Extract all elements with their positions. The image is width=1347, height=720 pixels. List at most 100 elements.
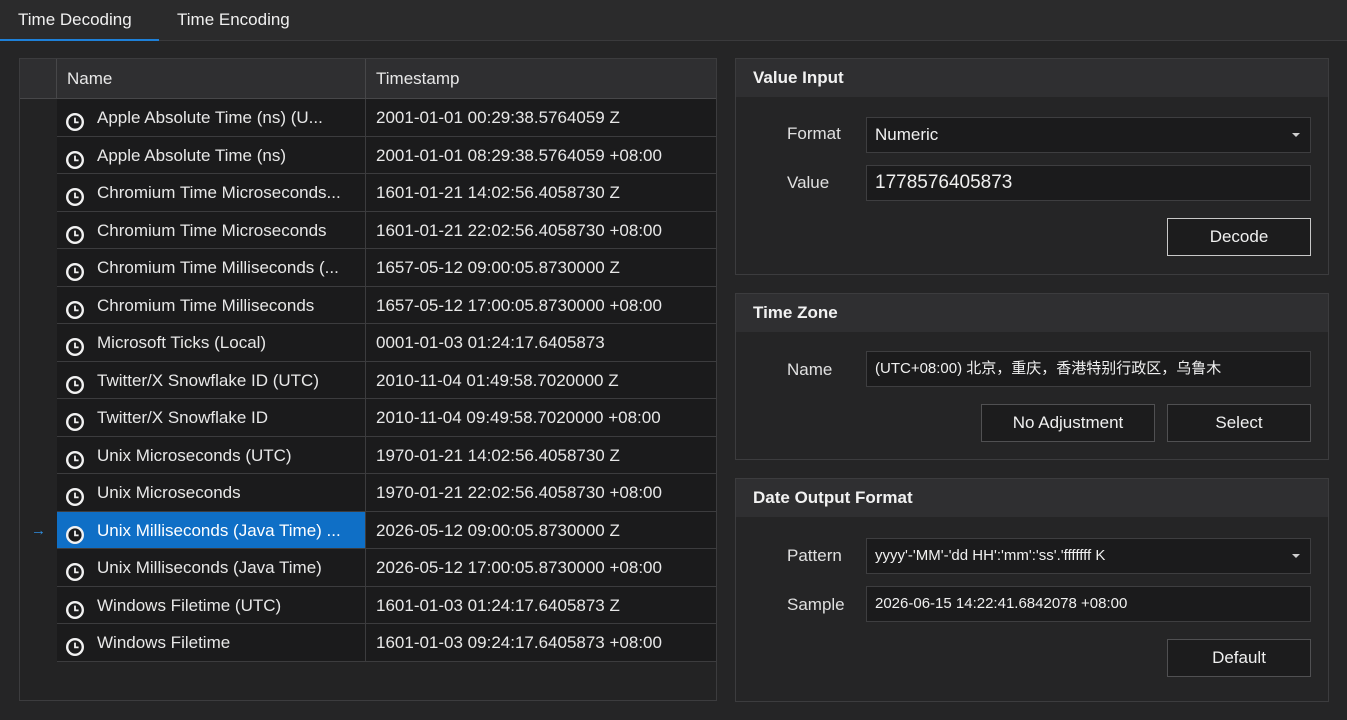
sample-label: Sample — [787, 595, 845, 614]
select-button[interactable]: Select — [1167, 404, 1311, 442]
format-select-value: Numeric — [875, 125, 939, 144]
column-header-timestamp[interactable]: Timestamp — [366, 59, 716, 99]
cell-name-text: Unix Milliseconds (Java Time) — [97, 558, 322, 577]
cell-name-text: Chromium Time Microseconds — [97, 220, 327, 240]
cell-timestamp[interactable]: 2001-01-01 00:29:38.5764059 Z — [366, 99, 716, 137]
cell-timestamp[interactable]: 1970-01-21 22:02:56.4058730 +08:00 — [366, 474, 716, 512]
row-indicator — [20, 137, 57, 175]
table-row[interactable]: Chromium Time Microseconds... 1601-01-21 … — [20, 174, 716, 212]
column-header-name[interactable]: Name — [57, 59, 366, 99]
clock-icon — [65, 408, 85, 431]
time-zone-panel: Time Zone Name (UTC+08:00) 北京，重庆，香港特别行政区… — [735, 293, 1329, 460]
cell-timestamp[interactable]: 2001-01-01 08:29:38.5764059 +08:00 — [366, 136, 716, 174]
cell-name[interactable]: Windows Filetime — [57, 624, 366, 662]
row-indicator — [20, 474, 57, 512]
cell-name[interactable]: Chromium Time Microseconds... — [57, 174, 366, 212]
cell-name[interactable]: Chromium Time Milliseconds — [57, 286, 366, 324]
format-label: Format — [787, 124, 841, 143]
table-row[interactable]: Twitter/X Snowflake ID 2010-11-04 09:49:5… — [20, 399, 716, 437]
cell-timestamp[interactable]: 1657-05-12 17:00:05.8730000 +08:00 — [366, 286, 716, 324]
grid-header: Name Timestamp — [20, 59, 716, 99]
clock-icon — [65, 258, 85, 281]
row-indicator — [20, 287, 57, 325]
cell-name[interactable]: Unix Milliseconds (Java Time) ... — [57, 511, 366, 549]
table-row[interactable]: → Unix Milliseconds (Java Time) ... 2026-0… — [20, 511, 716, 549]
cell-name[interactable]: Windows Filetime (UTC) — [57, 586, 366, 624]
value-input-title: Value Input — [736, 59, 1328, 97]
cell-name[interactable]: Unix Microseconds (UTC) — [57, 436, 366, 474]
time-zone-title: Time Zone — [736, 294, 1328, 332]
row-indicator — [20, 587, 57, 625]
cell-name-text: Microsoft Ticks (Local) — [97, 333, 267, 352]
cell-timestamp[interactable]: 2010-11-04 09:49:58.7020000 +08:00 — [366, 399, 716, 437]
no-adjustment-button[interactable]: No Adjustment — [981, 404, 1155, 442]
cell-name[interactable]: Twitter/X Snowflake ID (UTC) — [57, 361, 366, 399]
cell-name-text: Chromium Time Milliseconds — [97, 295, 315, 315]
cell-timestamp[interactable]: 0001-01-03 01:24:17.6405873 — [366, 324, 716, 362]
table-row[interactable]: Chromium Time Milliseconds (... 1657-05-1… — [20, 249, 716, 287]
cell-timestamp[interactable]: 1601-01-03 09:24:17.6405873 +08:00 — [366, 624, 716, 662]
current-row-arrow-icon: → — [31, 521, 46, 539]
tab-time-decoding[interactable]: Time Decoding — [0, 0, 159, 41]
row-indicator — [20, 212, 57, 250]
chevron-down-icon — [1292, 133, 1300, 137]
table-row[interactable]: Twitter/X Snowflake ID (UTC) 2010-11-04 0… — [20, 361, 716, 399]
sample-field: 2026-06-15 14:22:41.6842078 +08:00 — [866, 586, 1311, 622]
value-input[interactable]: 1778576405873 — [866, 165, 1311, 201]
cell-name[interactable]: Apple Absolute Time (ns) (U... — [57, 99, 366, 137]
cell-name-text: Apple Absolute Time (ns) (U... — [97, 108, 323, 127]
row-indicator — [20, 249, 57, 287]
tab-time-encoding[interactable]: Time Encoding — [159, 0, 308, 41]
cell-timestamp[interactable]: 2026-05-12 17:00:05.8730000 +08:00 — [366, 549, 716, 587]
clock-icon — [65, 221, 85, 244]
cell-name-text: Unix Milliseconds (Java Time) ... — [97, 520, 341, 540]
cell-name[interactable]: Apple Absolute Time (ns) — [57, 136, 366, 174]
pattern-select-value: yyyy'-'MM'-'dd HH':'mm':'ss'.'fffffff K — [875, 547, 1106, 564]
pattern-label: Pattern — [787, 546, 842, 565]
table-row[interactable]: Apple Absolute Time (ns) 2001-01-01 08:29… — [20, 136, 716, 175]
row-indicator — [20, 437, 57, 475]
row-indicator — [20, 174, 57, 212]
format-select[interactable]: Numeric — [866, 117, 1311, 153]
cell-name[interactable]: Chromium Time Microseconds — [57, 211, 366, 249]
cell-timestamp[interactable]: 2010-11-04 01:49:58.7020000 Z — [366, 361, 716, 399]
default-button[interactable]: Default — [1167, 639, 1311, 677]
time-zone-name-field[interactable]: (UTC+08:00) 北京，重庆，香港特别行政区，乌鲁木 — [866, 351, 1311, 387]
table-row[interactable]: Windows Filetime (UTC) 1601-01-03 01:24:1… — [20, 586, 716, 625]
cell-timestamp[interactable]: 2026-05-12 09:00:05.8730000 Z — [366, 511, 716, 549]
row-indicator — [20, 324, 57, 362]
clock-icon — [65, 446, 85, 469]
clock-icon — [65, 146, 85, 169]
cell-name[interactable]: Unix Milliseconds (Java Time) — [57, 549, 366, 587]
table-row[interactable]: Microsoft Ticks (Local) 0001-01-03 01:24:… — [20, 324, 716, 362]
decode-button[interactable]: Decode — [1167, 218, 1311, 256]
cell-timestamp[interactable]: 1970-01-21 14:02:56.4058730 Z — [366, 436, 716, 474]
cell-name-text: Unix Microseconds (UTC) — [97, 445, 292, 465]
row-indicator — [20, 549, 57, 587]
cell-timestamp[interactable]: 1601-01-21 14:02:56.4058730 Z — [366, 174, 716, 212]
row-indicator — [20, 399, 57, 437]
table-row[interactable]: Apple Absolute Time (ns) (U... 2001-01-01… — [20, 99, 716, 137]
table-row[interactable]: Chromium Time Milliseconds 1657-05-12 17:… — [20, 286, 716, 325]
cell-timestamp[interactable]: 1601-01-03 01:24:17.6405873 Z — [366, 586, 716, 624]
table-row[interactable]: Windows Filetime 1601-01-03 09:24:17.6405… — [20, 624, 716, 662]
table-row[interactable]: Chromium Time Microseconds 1601-01-21 22:… — [20, 211, 716, 250]
cell-name-text: Unix Microseconds — [97, 483, 241, 502]
row-indicator — [20, 624, 57, 662]
clock-icon — [65, 333, 85, 356]
clock-icon — [65, 183, 85, 206]
cell-timestamp[interactable]: 1657-05-12 09:00:05.8730000 Z — [366, 249, 716, 287]
table-row[interactable]: Unix Milliseconds (Java Time) 2026-05-12 … — [20, 549, 716, 587]
cell-name[interactable]: Unix Microseconds — [57, 474, 366, 512]
tab-bar: Time Decoding Time Encoding — [0, 0, 1347, 41]
cell-name[interactable]: Chromium Time Milliseconds (... — [57, 249, 366, 287]
table-row[interactable]: Unix Microseconds 1970-01-21 22:02:56.405… — [20, 474, 716, 512]
cell-name[interactable]: Twitter/X Snowflake ID — [57, 399, 366, 437]
time-zone-name-label: Name — [787, 360, 833, 379]
cell-timestamp[interactable]: 1601-01-21 22:02:56.4058730 +08:00 — [366, 211, 716, 249]
clock-icon — [65, 296, 85, 319]
cell-name[interactable]: Microsoft Ticks (Local) — [57, 324, 366, 362]
pattern-select[interactable]: yyyy'-'MM'-'dd HH':'mm':'ss'.'fffffff K — [866, 538, 1311, 574]
clock-icon — [65, 521, 85, 544]
table-row[interactable]: Unix Microseconds (UTC) 1970-01-21 14:02:… — [20, 436, 716, 475]
